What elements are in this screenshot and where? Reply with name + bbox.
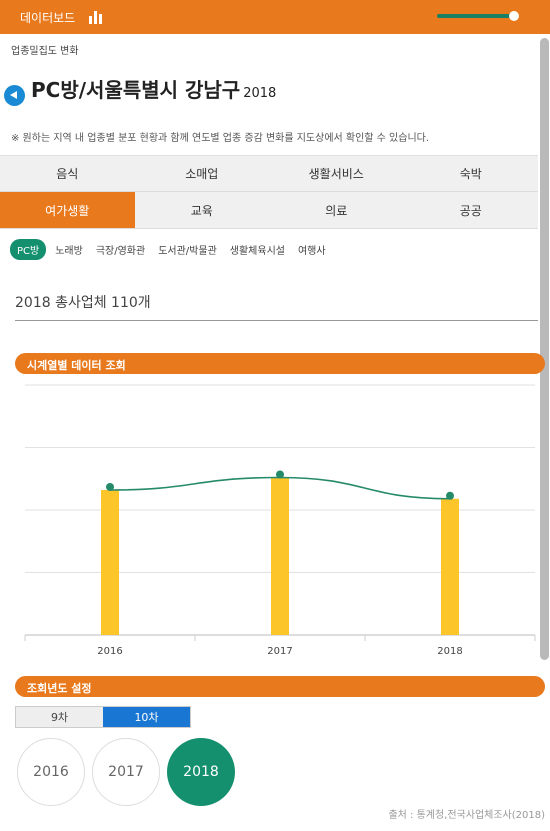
x-tick-label: 2016 bbox=[97, 646, 122, 657]
category-tab-education[interactable]: 교육 bbox=[135, 192, 270, 228]
page-title-year: 2018 bbox=[243, 86, 277, 101]
page-title-text: PC방/서울특별시 강남구 bbox=[31, 78, 241, 102]
subtab-sports-facility[interactable]: 생활체육시설 bbox=[230, 242, 285, 257]
year-button-2017[interactable]: 2017 bbox=[92, 738, 160, 806]
breadcrumb: 업종밀집도 변화 bbox=[11, 46, 79, 57]
subtab-karaoke[interactable]: 노래방 bbox=[55, 242, 83, 257]
total-business-count: 2018 총사업체 110개 bbox=[15, 295, 151, 311]
category-tab-leisure[interactable]: 여가생활 bbox=[0, 192, 135, 228]
category-tab-public[interactable]: 공공 bbox=[404, 192, 539, 228]
subtab-theater[interactable]: 극장/영화관 bbox=[96, 242, 145, 257]
bar-2017 bbox=[271, 477, 289, 635]
year-button-2016[interactable]: 2016 bbox=[17, 738, 85, 806]
category-tab-retail[interactable]: 소매업 bbox=[135, 156, 270, 191]
notice-text: ※ 원하는 지역 내 업종별 분포 현황과 함께 연도별 업종 증감 변화를 지… bbox=[11, 133, 430, 144]
round-segment-control: 9차 10차 bbox=[15, 706, 191, 728]
category-tab-living-service[interactable]: 생활서비스 bbox=[269, 156, 404, 191]
subtab-travel-agency[interactable]: 여행사 bbox=[298, 242, 326, 257]
year-button-2018[interactable]: 2018 bbox=[167, 738, 235, 806]
source-note: 출처 : 통계청,전국사업체조사(2018) bbox=[388, 810, 545, 821]
trend-point-2018 bbox=[446, 491, 454, 500]
divider bbox=[15, 320, 538, 321]
segment-10th[interactable]: 10차 bbox=[103, 707, 190, 727]
subcategory-tabs: PC방 노래방 극장/영화관 도서관/박물관 생활체육시설 여행사 bbox=[10, 239, 339, 260]
zoom-slider-track[interactable] bbox=[437, 14, 515, 18]
page-title: PC방/서울특별시 강남구 2018 bbox=[31, 74, 276, 103]
bar-chart-icon[interactable] bbox=[88, 10, 104, 24]
category-tab-lodging[interactable]: 숙박 bbox=[404, 156, 539, 191]
zoom-slider-handle[interactable] bbox=[509, 11, 519, 21]
subtab-pc-bang[interactable]: PC방 bbox=[10, 239, 47, 260]
section-header-timeseries: 시계열별 데이터 조회 bbox=[15, 353, 545, 374]
timeseries-chart: 2016 2017 2018 bbox=[24, 384, 536, 657]
app-title: 데이터보드 bbox=[20, 11, 76, 25]
back-arrow-icon[interactable] bbox=[4, 85, 25, 106]
subtab-library-museum[interactable]: 도서관/박물관 bbox=[158, 242, 217, 257]
x-tick-label: 2017 bbox=[267, 646, 292, 657]
bar-2016 bbox=[101, 490, 119, 635]
category-row-1: 음식 소매업 생활서비스 숙박 bbox=[0, 155, 538, 192]
segment-9th[interactable]: 9차 bbox=[16, 707, 103, 727]
bar-2018 bbox=[441, 498, 459, 635]
category-tab-medical[interactable]: 의료 bbox=[269, 192, 404, 228]
scrollbar-thumb[interactable] bbox=[540, 38, 549, 660]
category-tab-food[interactable]: 음식 bbox=[0, 156, 135, 191]
trend-point-2016 bbox=[106, 483, 114, 491]
category-row-2: 여가생활 교육 의료 공공 bbox=[0, 192, 538, 229]
top-bar: 데이터보드 bbox=[0, 0, 550, 34]
section-header-year-setting: 조회년도 설정 bbox=[15, 676, 545, 697]
x-tick-label: 2018 bbox=[437, 646, 462, 657]
trend-point-2017 bbox=[276, 470, 284, 479]
